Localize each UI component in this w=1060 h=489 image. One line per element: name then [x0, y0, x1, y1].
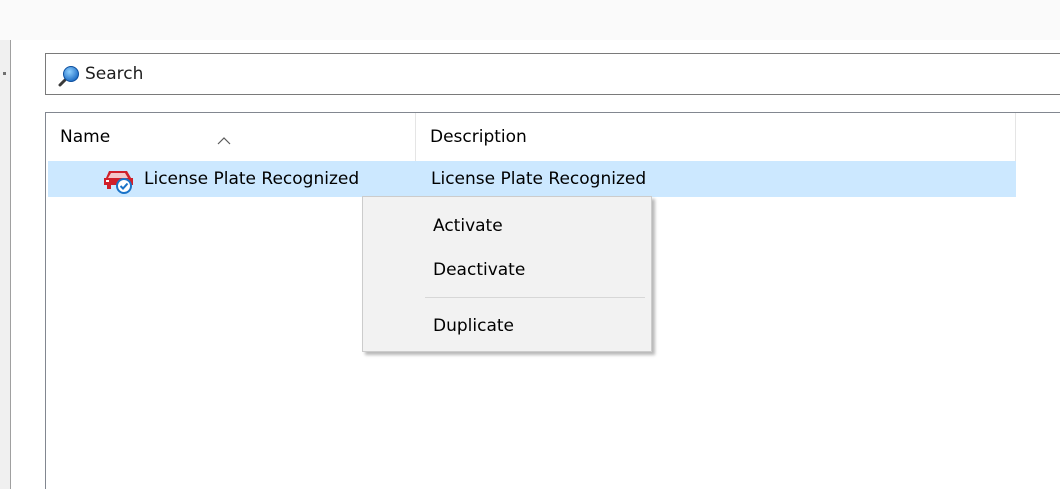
left-pane-edge: [0, 40, 11, 489]
window-top-strip: [0, 0, 1060, 40]
column-header-name-label: Name: [60, 127, 111, 147]
left-pane-marker: [3, 72, 6, 75]
menu-item-deactivate[interactable]: Deactivate: [365, 248, 649, 292]
context-menu: Activate Deactivate Duplicate: [362, 196, 652, 352]
table-row[interactable]: License Plate Recognized License Plate R…: [48, 161, 1016, 197]
search-box[interactable]: Search: [45, 53, 1060, 95]
search-input[interactable]: Search: [85, 62, 143, 86]
column-header-description[interactable]: Description: [416, 113, 1016, 161]
sort-ascending-icon: [217, 117, 231, 145]
menu-item-activate[interactable]: Activate: [365, 204, 649, 248]
column-header-description-label: Description: [430, 127, 527, 147]
menu-item-duplicate[interactable]: Duplicate: [365, 304, 649, 348]
menu-separator: [425, 297, 645, 298]
row-name-cell: License Plate Recognized: [144, 169, 360, 189]
search-icon: [58, 65, 80, 87]
row-description-cell: License Plate Recognized: [431, 169, 647, 189]
column-header-name[interactable]: Name: [46, 113, 416, 161]
license-plate-car-icon: [102, 165, 136, 195]
